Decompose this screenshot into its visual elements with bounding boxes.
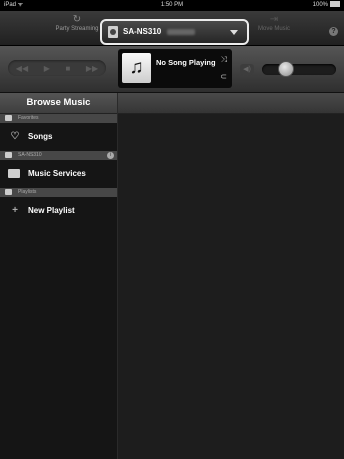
speaker-device-icon: [5, 152, 12, 158]
volume-slider-knob[interactable]: [278, 61, 294, 77]
sidebar-section-device: SA-NS310 i: [0, 151, 117, 160]
section-header-label: Favorites: [18, 115, 39, 121]
move-music-button[interactable]: ⇥ Move Music: [254, 13, 294, 32]
plus-icon: +: [12, 205, 18, 216]
section-header-label: SA-NS310: [18, 152, 42, 158]
status-bar: iPad ᯤ 1:50 PM 100%: [0, 0, 344, 11]
sidebar-item-songs[interactable]: ♡ Songs: [0, 123, 117, 151]
chevron-down-icon: [230, 30, 238, 35]
status-time: 1:50 PM: [160, 2, 184, 8]
move-music-label: Move Music: [257, 26, 290, 32]
speaker-name: SA-NS310: [123, 27, 162, 36]
redacted-speaker-id: [167, 28, 196, 35]
folder-icon: [8, 169, 20, 178]
speaker-device-icon: [108, 26, 118, 38]
battery-icon: [330, 1, 340, 8]
speaker-select-dropdown[interactable]: SA-NS310: [100, 19, 249, 45]
shuffle-icon[interactable]: ⤨: [221, 55, 227, 65]
main-header-bar: [118, 93, 344, 114]
main-content: [118, 114, 344, 459]
speaker-volume-icon[interactable]: ◀): [240, 64, 254, 75]
favorites-section-icon: [5, 115, 12, 121]
volume-slider[interactable]: [262, 64, 336, 75]
repeat-icon[interactable]: ⊂: [220, 72, 227, 81]
info-icon[interactable]: i: [107, 152, 114, 159]
party-streaming-button[interactable]: ↻ Party Streaming: [48, 13, 106, 32]
battery-status: 100%: [313, 0, 340, 11]
sidebar-item-label: Songs: [28, 132, 53, 141]
now-playing-title: No Song Playing: [156, 58, 216, 67]
sidebar-item-label: Music Services: [28, 169, 86, 178]
sidebar-item-label: New Playlist: [28, 206, 75, 215]
speaker-select-label: SA-NS310: [123, 27, 196, 36]
play-icon[interactable]: ▶: [44, 64, 50, 73]
sidebar-section-favorites: Favorites: [0, 114, 117, 123]
sidebar-item-music-services[interactable]: Music Services: [0, 160, 117, 188]
move-music-icon: ⇥: [269, 14, 279, 25]
sidebar-item-new-playlist[interactable]: + New Playlist: [0, 197, 117, 225]
playlists-section-icon: [5, 189, 12, 195]
heart-icon: ♡: [10, 131, 20, 142]
music-note-icon: ♫: [122, 53, 151, 83]
sidebar: Browse Music Favorites ♡ Songs SA-NS310 …: [0, 93, 118, 459]
section-header-label: Playlists: [18, 189, 37, 195]
stop-icon[interactable]: ■: [65, 64, 70, 73]
party-streaming-icon: ↻: [72, 14, 82, 25]
sidebar-title: Browse Music: [0, 93, 117, 114]
party-streaming-label: Party Streaming: [55, 26, 99, 32]
transport-controls: ◀◀ ▶ ■ ▶▶: [8, 60, 106, 76]
next-icon[interactable]: ▶▶: [86, 64, 98, 73]
sidebar-section-playlists: Playlists: [0, 188, 117, 197]
battery-percent: 100%: [312, 2, 328, 8]
help-icon[interactable]: ?: [329, 27, 338, 36]
now-playing-panel[interactable]: ♫ No Song Playing ⤨ ⊂: [118, 49, 232, 88]
previous-icon[interactable]: ◀◀: [16, 64, 28, 73]
